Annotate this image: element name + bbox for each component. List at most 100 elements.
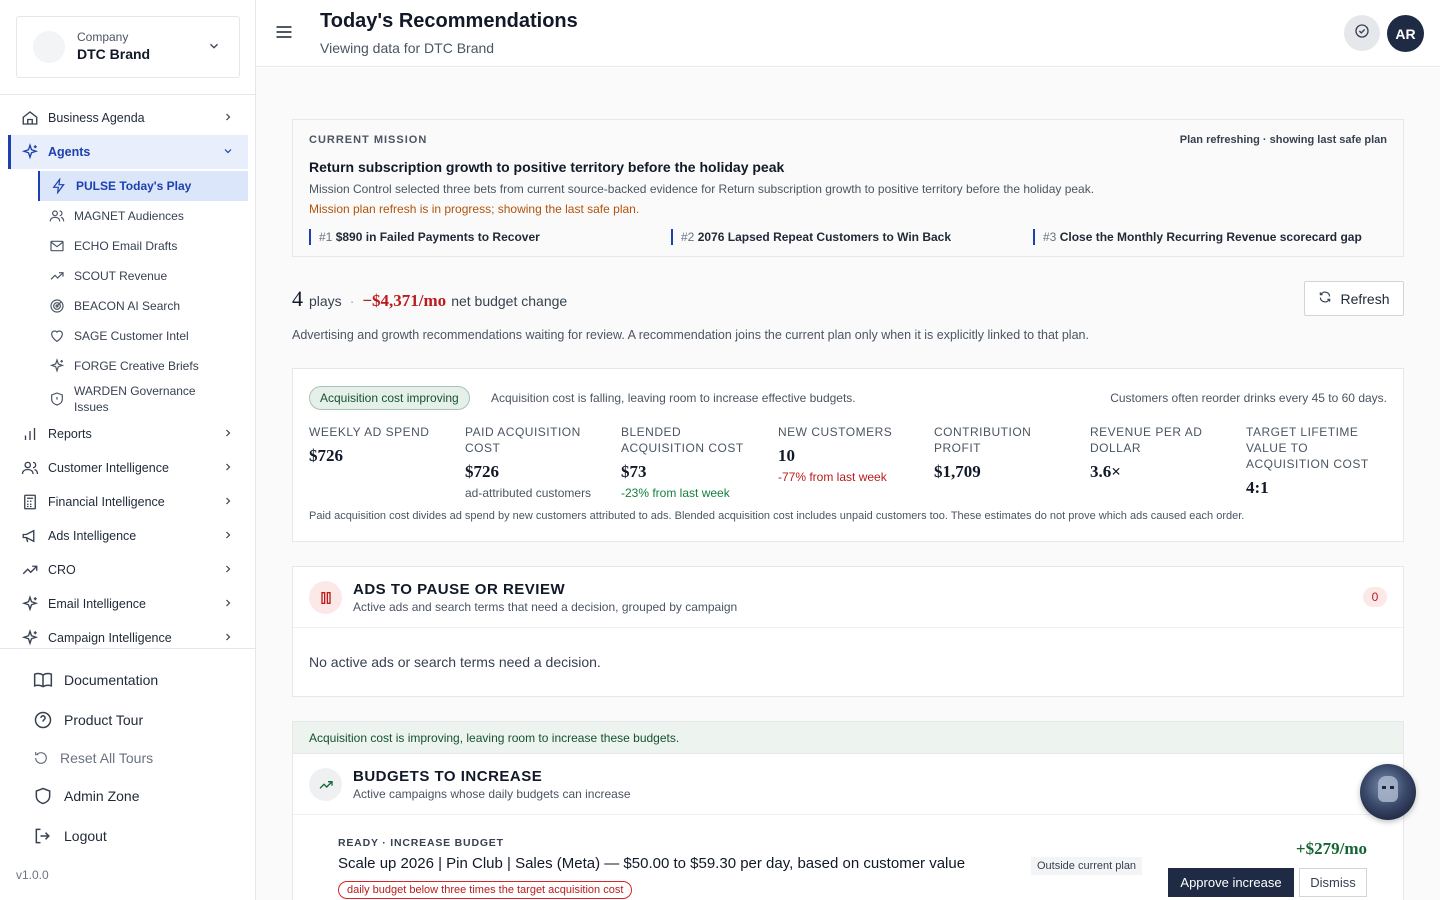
- agent-forge[interactable]: FORGE Creative Briefs: [8, 351, 248, 381]
- company-name: DTC Brand: [77, 46, 151, 62]
- reorder-note: Customers often reorder drinks every 45 …: [1110, 391, 1387, 405]
- app-version: v1.0.0: [16, 868, 49, 882]
- bet-number: #1: [319, 230, 333, 244]
- company-logo: [33, 31, 65, 63]
- ads-to-pause-section: ADS TO PAUSE OR REVIEW Active ads and se…: [292, 566, 1404, 697]
- metric-value: $1,709: [934, 462, 981, 481]
- net-budget-change: −$4,371/mo: [362, 291, 447, 310]
- metric-value: $73: [621, 462, 647, 481]
- metric-label: PAID ACQUISITION COST: [465, 425, 581, 455]
- metric-value: 3.6×: [1090, 462, 1121, 481]
- approve-increase-button[interactable]: Approve increase: [1168, 868, 1294, 897]
- mission-bet[interactable]: #2 2076 Lapsed Repeat Customers to Win B…: [671, 229, 951, 245]
- plays-count: 4: [292, 286, 303, 311]
- page-subtitle: Viewing data for DTC Brand: [320, 40, 495, 56]
- metric-label: REVENUE PER AD DOLLAR: [1090, 425, 1203, 455]
- nav-financial-intelligence[interactable]: Financial Intelligence: [8, 485, 248, 519]
- budgets-to-increase-section: Acquisition cost is improving, leaving r…: [292, 721, 1404, 900]
- agent-warden[interactable]: WARDEN Governance Issues: [8, 381, 248, 417]
- nav-business-agenda[interactable]: Business Agenda: [8, 101, 248, 135]
- metric-change: -77% from last week: [778, 470, 887, 484]
- nav-label: Reports: [48, 427, 92, 441]
- refresh-button[interactable]: Refresh: [1304, 281, 1404, 316]
- product-tour-link[interactable]: Product Tour: [0, 700, 255, 740]
- bar-chart-icon: [20, 424, 40, 444]
- mission-bet[interactable]: #3 Close the Monthly Recurring Revenue s…: [1033, 229, 1362, 245]
- metric-paid-acquisition-cost: PAID ACQUISITION COST $726 ad-attributed…: [465, 424, 610, 500]
- metric-blended-acquisition-cost: BLENDED ACQUISITION COST $73 -23% from l…: [621, 424, 766, 500]
- nav-ads-intelligence[interactable]: Ads Intelligence: [8, 519, 248, 553]
- nav-label: Campaign Intelligence: [48, 631, 172, 645]
- outside-plan-tag: Outside current plan: [1031, 857, 1143, 875]
- check-circle-icon: [1353, 22, 1371, 45]
- agent-scout[interactable]: SCOUT Revenue: [8, 261, 248, 291]
- chevron-down-icon: [207, 39, 221, 58]
- logout-link[interactable]: Logout: [0, 816, 255, 856]
- metric-value: $726: [309, 446, 343, 465]
- user-avatar[interactable]: AR: [1387, 15, 1424, 52]
- metric-new-customers: NEW CUSTOMERS 10 -77% from last week: [778, 424, 923, 484]
- home-icon: [20, 108, 40, 128]
- chevron-right-icon: [222, 563, 234, 578]
- documentation-label: Documentation: [64, 672, 159, 688]
- metric-revenue-per-ad-dollar: REVENUE PER AD DOLLAR 3.6×: [1090, 424, 1235, 482]
- divider: [293, 814, 1403, 815]
- dismiss-button[interactable]: Dismiss: [1299, 868, 1367, 897]
- agent-label: PULSE Today's Play: [76, 179, 192, 193]
- divider: [0, 648, 255, 649]
- nav-cro[interactable]: CRO: [8, 553, 248, 587]
- chevron-down-icon: [222, 145, 234, 160]
- metric-label: WEEKLY AD SPEND: [309, 425, 430, 439]
- reset-icon: [32, 747, 50, 769]
- agent-label: ECHO Email Drafts: [74, 239, 178, 253]
- nav-label: Customer Intelligence: [48, 461, 169, 475]
- agent-sage[interactable]: SAGE Customer Intel: [8, 321, 248, 351]
- bet-text: 2076 Lapsed Repeat Customers to Win Back: [697, 230, 952, 244]
- admin-zone-link[interactable]: Admin Zone: [0, 776, 255, 816]
- plays-summary: 4 plays · −$4,371/mo net budget change: [292, 286, 567, 312]
- main-content: CURRENT MISSION Plan refreshing · showin…: [256, 68, 1440, 900]
- section-title: BUDGETS TO INCREASE: [353, 768, 543, 785]
- nav-campaign-intelligence[interactable]: Campaign Intelligence: [8, 621, 248, 648]
- rec-warning-badge: daily budget below three times the targe…: [338, 881, 633, 899]
- nav-label: Business Agenda: [48, 111, 145, 125]
- nav-agents[interactable]: Agents: [8, 135, 248, 169]
- trending-up-icon: [20, 560, 40, 580]
- mission-bet[interactable]: #1 $890 in Failed Payments to Recover: [309, 229, 540, 245]
- agent-label: BEACON AI Search: [74, 299, 181, 313]
- shield-icon: [48, 390, 66, 408]
- agent-echo[interactable]: ECHO Email Drafts: [8, 231, 248, 261]
- agent-pulse[interactable]: PULSE Today's Play: [38, 171, 248, 201]
- chevron-right-icon: [222, 461, 234, 476]
- menu-icon[interactable]: [274, 22, 294, 47]
- separator-dot: ·: [349, 293, 355, 309]
- nav-label: Agents: [48, 145, 91, 159]
- sparkle-icon: [20, 594, 40, 614]
- nav-label: CRO: [48, 563, 76, 577]
- trending-up-icon: [48, 267, 66, 285]
- mission-title: Return subscription growth to positive t…: [309, 159, 785, 175]
- nav-email-intelligence[interactable]: Email Intelligence: [8, 587, 248, 621]
- metric-value: 10: [778, 446, 795, 465]
- agent-beacon[interactable]: BEACON AI Search: [8, 291, 248, 321]
- agent-magnet[interactable]: MAGNET Audiences: [8, 201, 248, 231]
- metric-value: 4:1: [1246, 478, 1269, 497]
- assistant-bot-avatar[interactable]: [1360, 764, 1416, 820]
- mission-kicker: CURRENT MISSION: [309, 134, 428, 146]
- company-label: Company: [77, 30, 129, 44]
- logout-label: Logout: [64, 828, 107, 844]
- status-button[interactable]: [1344, 15, 1380, 51]
- nav-customer-intelligence[interactable]: Customer Intelligence: [8, 451, 248, 485]
- reset-tours-link[interactable]: Reset All Tours: [0, 740, 255, 776]
- chevron-right-icon: [222, 529, 234, 544]
- mission-description: Mission Control selected three bets from…: [309, 182, 1095, 196]
- documentation-link[interactable]: Documentation: [0, 660, 255, 700]
- section-subtitle: Active ads and search terms that need a …: [353, 600, 738, 614]
- page-title: Today's Recommendations: [320, 10, 578, 32]
- product-tour-label: Product Tour: [64, 712, 144, 728]
- nav-reports[interactable]: Reports: [8, 417, 248, 451]
- bolt-icon: [50, 177, 68, 195]
- company-switcher[interactable]: Company DTC Brand: [16, 16, 240, 78]
- help-icon: [32, 709, 54, 731]
- empty-state: No active ads or search terms need a dec…: [309, 654, 601, 670]
